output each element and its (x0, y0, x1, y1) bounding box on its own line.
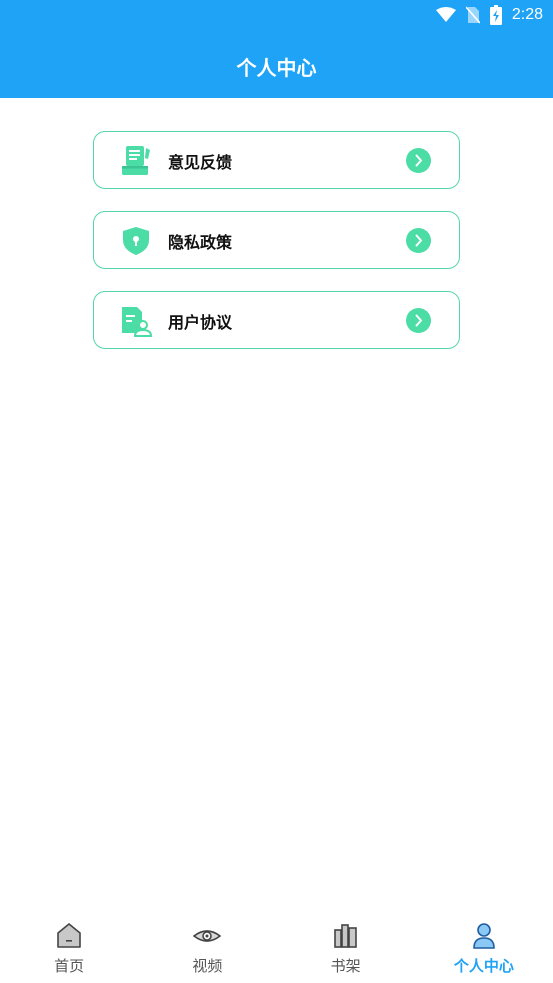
tab-bookshelf[interactable]: 书架 (277, 919, 415, 983)
user-agreement-icon (122, 307, 152, 337)
home-icon (57, 923, 81, 948)
page-title: 个人中心 (236, 56, 317, 80)
bottom-navigation: 首页 视频 书架 个人中心 (0, 919, 553, 983)
person-icon (473, 923, 495, 949)
tab-label: 视频 (192, 957, 223, 975)
tab-video[interactable]: 视频 (138, 919, 276, 983)
tab-label: 个人中心 (453, 957, 514, 975)
no-sim-icon (465, 6, 480, 24)
tab-profile[interactable]: 个人中心 (415, 919, 553, 983)
status-bar: 2:28 (0, 0, 553, 30)
menu-item-label: 意见反馈 (168, 153, 233, 172)
tab-label: 首页 (54, 957, 85, 975)
menu-item-privacy-policy[interactable]: 隐私政策 (93, 211, 460, 269)
wifi-icon (435, 7, 456, 22)
app-header: 2:28 个人中心 (0, 0, 553, 98)
tab-home[interactable]: 首页 (0, 919, 138, 983)
chevron-right-icon (406, 308, 431, 333)
feedback-icon (122, 146, 150, 175)
status-time: 2:28 (511, 6, 543, 23)
tab-label: 书架 (330, 957, 361, 975)
menu-item-feedback[interactable]: 意见反馈 (93, 131, 460, 189)
chevron-right-icon (406, 228, 431, 253)
menu-item-label: 用户协议 (168, 313, 233, 332)
chevron-right-icon (406, 148, 431, 173)
menu-item-user-agreement[interactable]: 用户协议 (93, 291, 460, 349)
battery-charging-icon (489, 5, 502, 25)
bookshelf-icon (333, 924, 357, 948)
menu-item-label: 隐私政策 (168, 233, 233, 252)
eye-icon (193, 930, 222, 942)
shield-lock-icon (123, 227, 149, 255)
settings-menu: 意见反馈 隐私政策 用户协议 (93, 131, 460, 371)
